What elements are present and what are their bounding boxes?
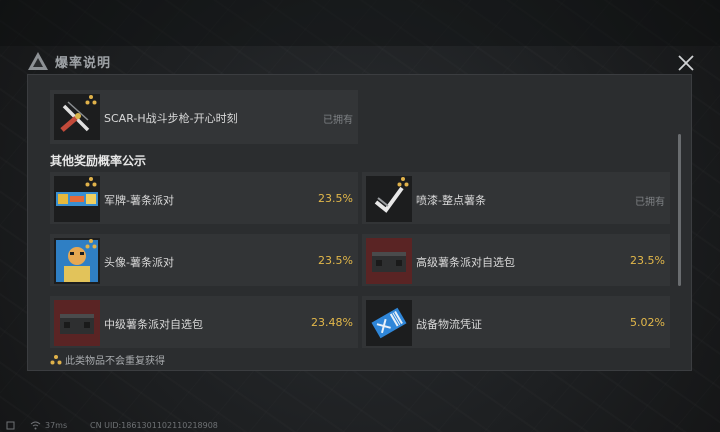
- rarity-badge-icon: [397, 177, 409, 187]
- reward-name: 军牌-薯条派对: [104, 194, 174, 207]
- reward-card[interactable]: 高级薯条派对自选包 23.5%: [362, 234, 670, 286]
- battery-icon: [6, 421, 15, 430]
- supply-crate-icon: [366, 238, 412, 284]
- reward-card[interactable]: 头像-薯条派对 23.5%: [50, 234, 358, 286]
- close-icon[interactable]: [675, 52, 697, 74]
- reward-card[interactable]: 喷漆-整点薯条 已拥有: [362, 172, 670, 224]
- section-title: 其他奖励概率公示: [50, 154, 147, 168]
- status-bar: 37ms CN UID:1861301102110218908: [0, 420, 720, 432]
- modal-title: 爆率说明: [55, 55, 112, 71]
- reward-probability: 23.48%: [311, 316, 353, 329]
- featured-item-status: 已拥有: [323, 115, 353, 126]
- game-logo-icon: [28, 52, 48, 70]
- reward-name: 喷漆-整点薯条: [416, 194, 486, 207]
- top-strip: [0, 0, 720, 46]
- rarity-badge-icon: [50, 355, 62, 365]
- featured-item-name: SCAR-H战斗步枪-开心时刻: [104, 112, 238, 125]
- reward-card[interactable]: 战备物流凭证 5.02%: [362, 296, 670, 348]
- user-uid: CN UID:1861301102110218908: [90, 421, 218, 430]
- reward-probability: 23.5%: [318, 254, 353, 267]
- featured-item-card[interactable]: SCAR-H战斗步枪-开心时刻 已拥有: [50, 90, 358, 144]
- modal-header: 爆率说明: [27, 48, 687, 74]
- reward-name: 战备物流凭证: [416, 318, 482, 331]
- reward-name: 头像-薯条派对: [104, 256, 174, 269]
- reward-card[interactable]: 军牌-薯条派对 23.5%: [50, 172, 358, 224]
- reward-probability: 5.02%: [630, 316, 665, 329]
- rarity-badge-icon: [85, 177, 97, 187]
- footnote: 此类物品不会重复获得: [50, 352, 165, 367]
- reward-name: 高级薯条派对自选包: [416, 256, 515, 269]
- rarity-badge-icon: [85, 239, 97, 249]
- ticket-icon: [366, 300, 412, 346]
- footnote-text: 此类物品不会重复获得: [65, 356, 165, 367]
- scrollbar[interactable]: [678, 134, 681, 286]
- reward-probability: 23.5%: [630, 254, 665, 267]
- reward-status: 已拥有: [635, 197, 665, 208]
- reward-card[interactable]: 中级薯条派对自选包 23.48%: [50, 296, 358, 348]
- ping-readout: 37ms: [45, 421, 68, 430]
- rarity-badge-icon: [85, 95, 97, 105]
- reward-name: 中级薯条派对自选包: [104, 318, 203, 331]
- supply-crate-icon: [54, 300, 100, 346]
- wifi-icon: [30, 421, 41, 430]
- reward-probability: 23.5%: [318, 192, 353, 205]
